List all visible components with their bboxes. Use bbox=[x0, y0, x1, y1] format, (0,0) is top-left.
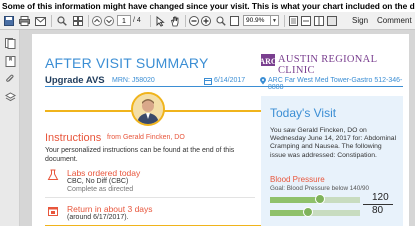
layers-icon[interactable] bbox=[4, 90, 17, 102]
hand-tool-icon[interactable] bbox=[169, 15, 181, 27]
instructions-from: from Gerald Fincken, DO bbox=[107, 134, 185, 141]
check-icon bbox=[303, 207, 313, 217]
clinic-logo-icon: ARC bbox=[259, 54, 277, 66]
fit-width-icon[interactable] bbox=[301, 15, 311, 27]
sign-button[interactable]: Sign bbox=[352, 15, 368, 27]
lab-order-name: CBC, No Diff (CBC) bbox=[67, 178, 129, 185]
mrn: MRN: J58020 bbox=[112, 77, 155, 84]
save-icon[interactable] bbox=[3, 15, 15, 27]
bookmarks-icon[interactable] bbox=[5, 54, 16, 67]
page-number-input[interactable]: 1 bbox=[117, 15, 131, 26]
visit-location: ARC Far West Med Tower-Gastro 512-346-88… bbox=[268, 77, 403, 91]
attachments-icon[interactable] bbox=[5, 72, 16, 83]
zoom-out-icon[interactable] bbox=[189, 15, 199, 27]
pdf-toolbar: 1 / 4 90.9% ▼ Sign Comment bbox=[0, 12, 415, 30]
lab-flask-icon bbox=[47, 169, 59, 180]
read-mode-icon[interactable] bbox=[327, 15, 337, 27]
thumbnails-icon[interactable] bbox=[72, 15, 84, 27]
zoom-in-icon[interactable] bbox=[201, 15, 211, 27]
todays-visit-heading: Today's Visit bbox=[270, 106, 337, 120]
instructions-heading: Instructions bbox=[45, 132, 102, 144]
page-total: / 4 bbox=[133, 17, 141, 24]
zoom-dropdown-arrow-icon[interactable]: ▼ bbox=[271, 15, 279, 26]
visit-date: 6/14/2017 bbox=[214, 77, 246, 84]
fit-page-icon[interactable] bbox=[288, 15, 298, 27]
instructions-body: Your personalized instructions can be fo… bbox=[45, 147, 235, 163]
systolic-bar-fill bbox=[270, 197, 320, 203]
todays-visit-body: You saw Gerald Fincken, DO on Wednesday … bbox=[270, 127, 397, 159]
blood-pressure-goal: Goal: Blood Pressure below 140/90 bbox=[270, 185, 370, 192]
pdf-page: AFTER VISIT SUMMARY ARC AUSTIN REGIONAL … bbox=[32, 34, 409, 226]
item-divider bbox=[45, 197, 255, 198]
lab-order-status: Complete as directed bbox=[67, 186, 134, 193]
select-cursor-icon[interactable] bbox=[154, 15, 166, 27]
return-visit-heading: Return in about 3 days bbox=[67, 204, 153, 214]
print-icon[interactable] bbox=[18, 15, 30, 27]
svg-text:ARC: ARC bbox=[261, 57, 275, 66]
return-visit-date: (around 6/17/2017). bbox=[67, 214, 129, 221]
diastolic-value: 80 bbox=[372, 205, 384, 216]
visit-info-banner: Some of this information might have chan… bbox=[0, 0, 415, 12]
bottom-divider bbox=[45, 225, 265, 226]
labs-ordered-heading: Labs ordered today bbox=[67, 168, 141, 178]
marquee-zoom-icon[interactable] bbox=[216, 15, 226, 27]
left-sidebar bbox=[0, 30, 20, 226]
comment-button[interactable]: Comment bbox=[377, 15, 412, 27]
systolic-value: 120 bbox=[372, 192, 389, 203]
check-icon bbox=[315, 194, 325, 204]
zoom-page-icon[interactable] bbox=[229, 15, 239, 27]
email-icon[interactable] bbox=[34, 15, 46, 27]
calendar-return-icon bbox=[48, 207, 58, 216]
patient-name: Upgrade AVS bbox=[45, 75, 105, 86]
document-title: AFTER VISIT SUMMARY bbox=[45, 55, 209, 71]
zoom-level-input[interactable]: 90.9% bbox=[243, 15, 271, 26]
todays-visit-panel: Today's Visit You saw Gerald Fincken, DO… bbox=[261, 96, 403, 226]
previous-page-icon[interactable] bbox=[92, 15, 102, 27]
location-pin-icon bbox=[260, 77, 266, 85]
blood-pressure-heading: Blood Pressure bbox=[270, 175, 325, 184]
pages-panel-icon[interactable] bbox=[5, 36, 16, 49]
systolic-bar bbox=[270, 194, 360, 204]
header-divider bbox=[45, 86, 403, 87]
diastolic-bar bbox=[270, 207, 360, 217]
calendar-icon bbox=[204, 78, 212, 85]
next-page-icon[interactable] bbox=[104, 15, 114, 27]
clinic-name: AUSTIN REGIONAL CLINIC bbox=[278, 54, 377, 76]
find-icon[interactable] bbox=[56, 15, 68, 27]
document-viewport[interactable]: AFTER VISIT SUMMARY ARC AUSTIN REGIONAL … bbox=[20, 30, 415, 226]
provider-avatar bbox=[131, 92, 165, 126]
two-page-icon[interactable] bbox=[314, 15, 324, 27]
